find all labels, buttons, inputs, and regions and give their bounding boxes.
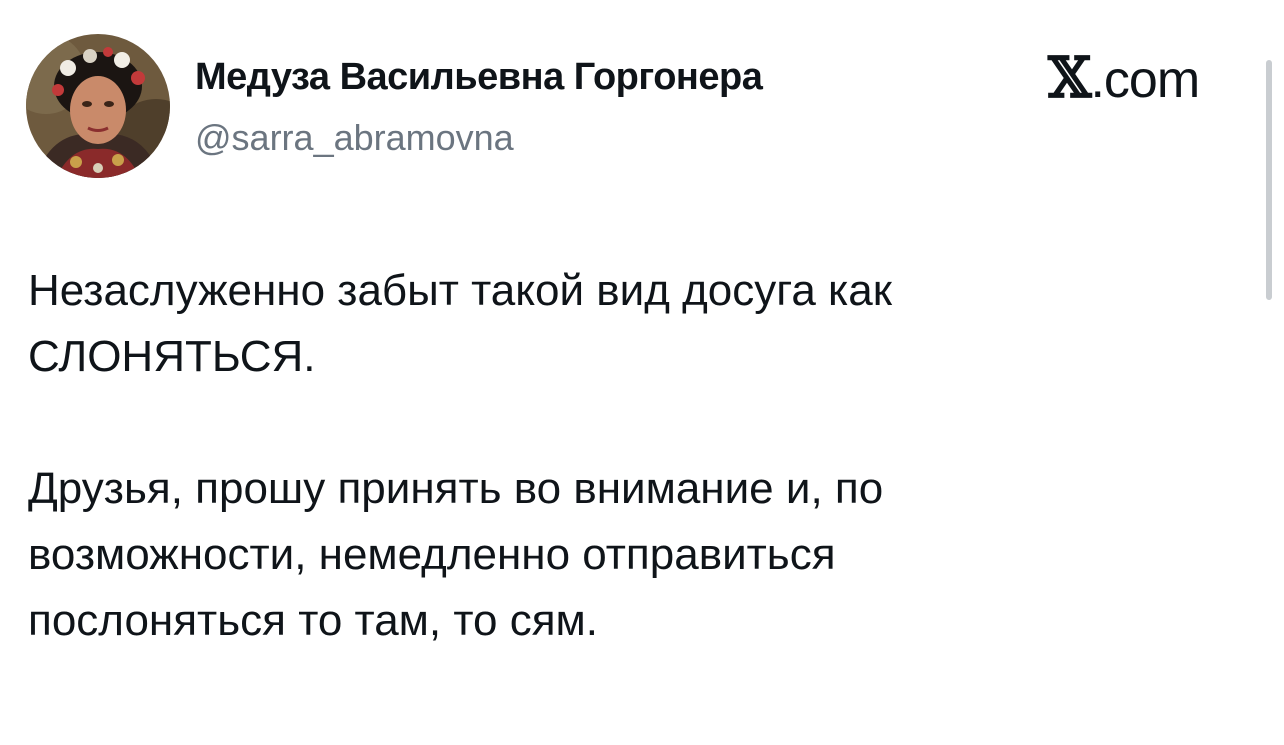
tweet-line: послоняться то там, то сям.	[28, 596, 599, 645]
tweet-text: Незаслуженно забыт такой вид досуга как …	[28, 258, 1238, 654]
tweet-line: возможности, немедленно отправиться	[28, 530, 836, 579]
tweet-card: Медуза Васильевна Горгонера @sarra_abram…	[0, 0, 1284, 745]
tweet-line: СЛОНЯТЬСЯ.	[28, 332, 316, 381]
author-handle[interactable]: @sarra_abramovna	[195, 117, 514, 159]
avatar-photo-icon	[26, 34, 170, 178]
brand-mark: 𝕏	[1048, 45, 1091, 111]
tweet-paragraph-2: Друзья, прошу принять во внимание и, по …	[28, 456, 1238, 654]
avatar[interactable]	[26, 34, 170, 178]
tweet-line: Друзья, прошу принять во внимание и, по	[28, 464, 884, 513]
x-logo-icon: 𝕏.com	[1048, 50, 1200, 109]
scrollbar[interactable]	[1266, 60, 1272, 300]
author-display-name[interactable]: Медуза Васильевна Горгонера	[195, 56, 763, 99]
brand-suffix: .com	[1090, 51, 1200, 109]
tweet-line: Незаслуженно забыт такой вид досуга как	[28, 266, 892, 315]
tweet-paragraph-1: Незаслуженно забыт такой вид досуга как …	[28, 258, 1238, 390]
